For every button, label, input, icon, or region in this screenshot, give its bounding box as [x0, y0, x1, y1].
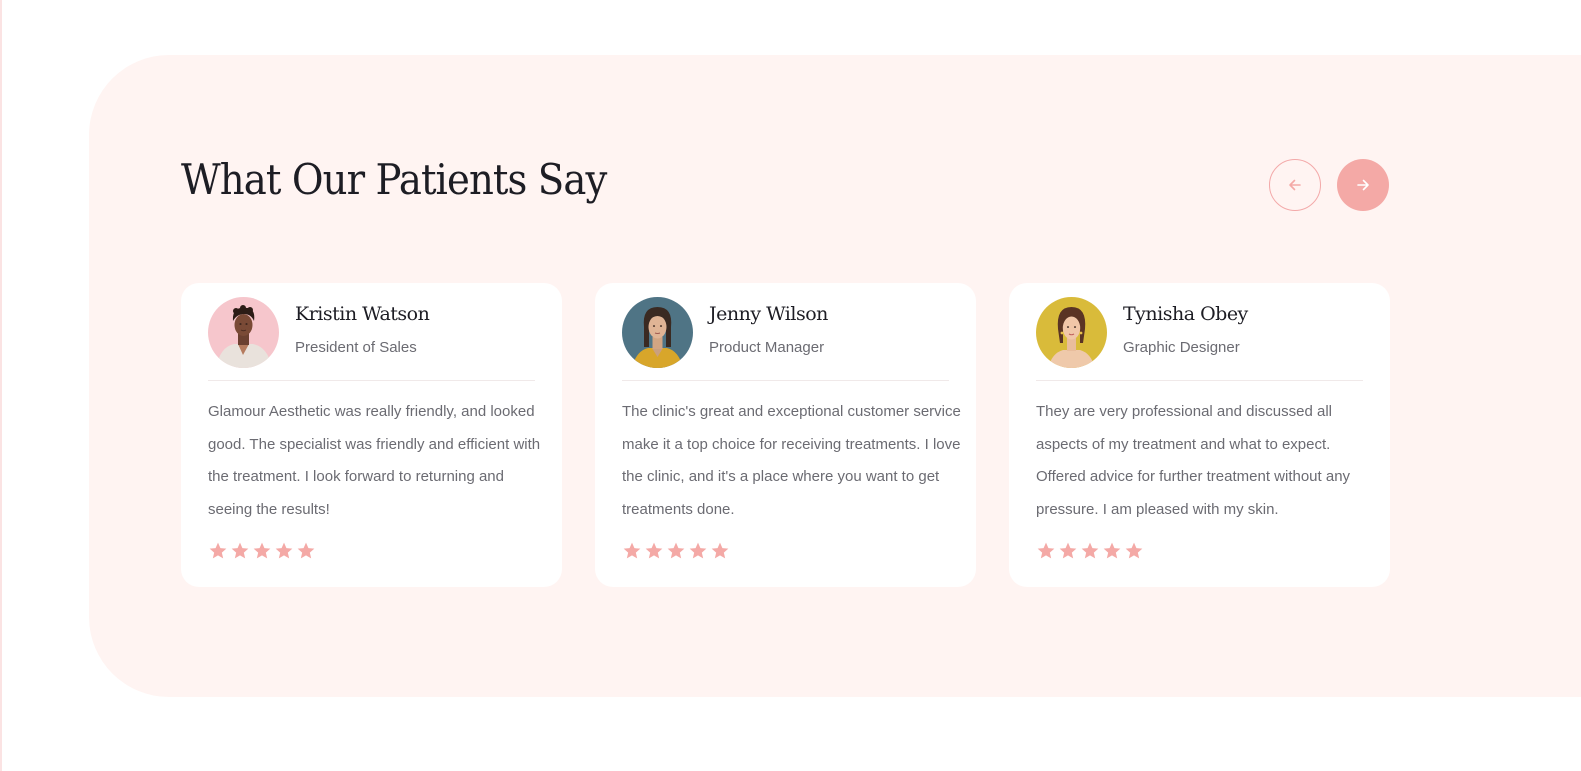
star-icon	[1037, 542, 1055, 559]
star-icon	[253, 542, 271, 559]
testimonial-card: Kristin Watson President of Sales Glamou…	[181, 283, 562, 587]
testimonial-card: Tynisha Obey Graphic Designer They are v…	[1009, 283, 1390, 587]
arrow-left-icon	[1289, 179, 1301, 191]
divider	[622, 380, 949, 381]
star-rating	[1036, 541, 1144, 561]
testimonial-card: Jenny Wilson Product Manager The clinic'…	[595, 283, 976, 587]
star-icon	[711, 542, 729, 559]
star-icon	[1125, 542, 1143, 559]
star-icon	[689, 542, 707, 559]
star-icon	[297, 542, 315, 559]
avatar	[1036, 297, 1107, 368]
reviewer-role: Graphic Designer	[1123, 339, 1240, 356]
star-icon	[667, 542, 685, 559]
avatar	[208, 297, 279, 368]
star-icon	[623, 542, 641, 559]
divider	[208, 380, 535, 381]
arrow-right-icon	[1357, 179, 1369, 191]
page-edge-line	[0, 0, 2, 771]
reviewer-name: Tynisha Obey	[1123, 303, 1248, 325]
testimonial-quote: The clinic's great and exceptional custo…	[622, 403, 961, 518]
reviewer-role: President of Sales	[295, 339, 417, 356]
reviewer-role: Product Manager	[709, 339, 825, 356]
star-icon	[1059, 542, 1077, 559]
star-icon	[275, 542, 293, 559]
avatar	[622, 297, 693, 368]
star-rating	[208, 541, 316, 561]
carousel-prev-button[interactable]	[1269, 159, 1321, 211]
divider	[1036, 380, 1363, 381]
star-icon	[231, 542, 249, 559]
star-icon	[645, 542, 663, 559]
section-title: What Our Patients Say	[181, 155, 607, 204]
star-icon	[1081, 542, 1099, 559]
reviewer-name: Jenny Wilson	[709, 303, 828, 325]
testimonial-quote: Glamour Aesthetic was really friendly, a…	[208, 403, 541, 518]
star-rating	[622, 541, 730, 561]
carousel-next-button[interactable]	[1337, 159, 1389, 211]
star-icon	[209, 542, 227, 559]
reviewer-name: Kristin Watson	[295, 303, 430, 325]
star-icon	[1103, 542, 1121, 559]
testimonial-quote: They are very professional and discussed…	[1036, 403, 1351, 518]
